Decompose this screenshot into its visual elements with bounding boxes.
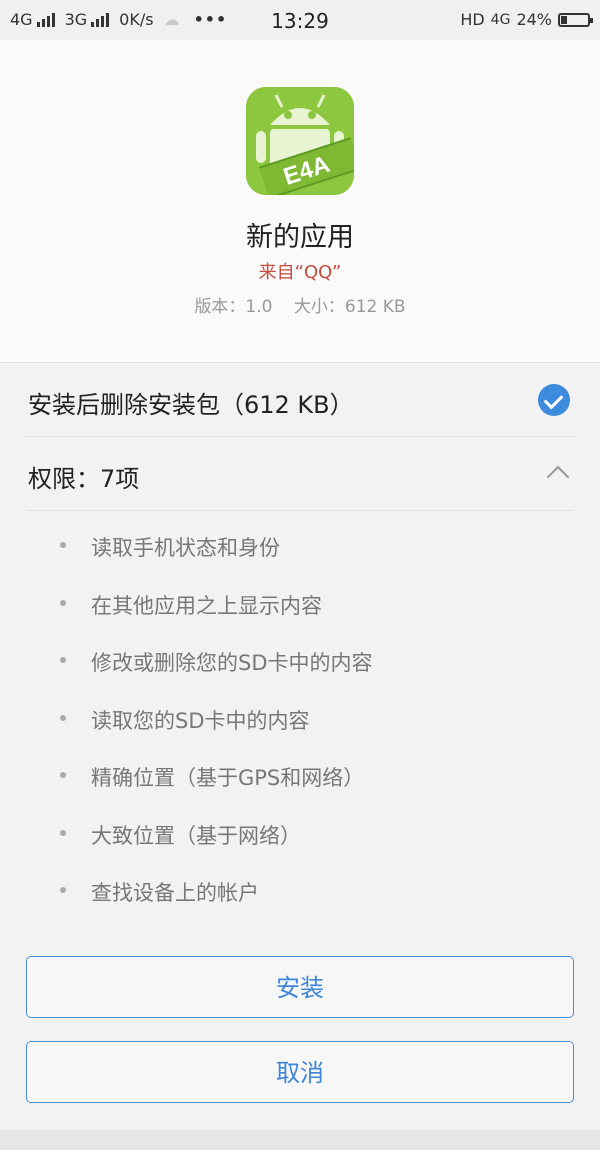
permission-item: 读取手机状态和身份 xyxy=(0,524,600,582)
permission-text: 大致位置（基于网络） xyxy=(91,823,301,848)
app-source: 来自“QQ” xyxy=(258,262,342,283)
app-icon: E4A xyxy=(246,87,354,195)
app-header: E4A 新的应用 来自“QQ” 版本：1.0 大小：612 KB xyxy=(0,40,600,362)
permission-item: 大致位置（基于网络） xyxy=(0,812,600,870)
permission-item: 修改或删除您的SD卡中的内容 xyxy=(0,639,600,697)
permission-item: 读取您的SD卡中的内容 xyxy=(0,697,600,755)
status-bar: 4G 3G 0K/s ☁ ••• 13:29 HD 4G 24% xyxy=(0,0,600,40)
battery-icon xyxy=(558,12,593,27)
cancel-button[interactable]: 取消 xyxy=(26,1041,574,1103)
delete-package-option[interactable]: 安装后删除安装包（612 KB） xyxy=(26,363,574,437)
divider xyxy=(26,510,574,511)
permission-text: 在其他应用之上显示内容 xyxy=(91,593,322,618)
bullet-icon xyxy=(60,887,66,893)
bullet-icon xyxy=(60,599,66,606)
permission-text: 精确位置（基于GPS和网络） xyxy=(91,766,365,790)
permission-text: 读取您的SD卡中的内容 xyxy=(91,708,310,733)
permission-text: 读取手机状态和身份 xyxy=(91,536,280,560)
status-right: HD 4G 24% xyxy=(460,10,593,29)
bullet-icon xyxy=(60,542,66,548)
chevron-up-icon[interactable] xyxy=(546,465,570,489)
checkbox-checked-icon[interactable] xyxy=(538,384,570,416)
bottom-bar xyxy=(0,1130,600,1150)
bullet-icon xyxy=(60,714,66,721)
bullet-icon xyxy=(60,657,66,663)
permission-item: 查找设备上的帐户 xyxy=(0,869,600,927)
app-size: 大小：612 KB xyxy=(293,297,406,317)
app-version: 版本：1.0 xyxy=(194,297,273,317)
permission-item: 在其他应用之上显示内容 xyxy=(0,582,600,640)
bullet-icon xyxy=(60,772,66,778)
permission-text: 修改或删除您的SD卡中的内容 xyxy=(91,651,373,675)
permissions-header[interactable]: 权限：7项 xyxy=(26,437,574,511)
permissions-label: 权限：7项 xyxy=(28,465,140,493)
battery-percent: 24% xyxy=(516,10,552,29)
permission-item: 精确位置（基于GPS和网络） xyxy=(0,754,600,812)
permission-text: 查找设备上的帐户 xyxy=(91,881,259,905)
app-name: 新的应用 xyxy=(246,222,354,253)
permissions-list: 读取手机状态和身份在其他应用之上显示内容修改或删除您的SD卡中的内容 读取您的SD… xyxy=(0,524,600,927)
lte-indicator: 4G xyxy=(490,11,511,28)
delete-package-label: 安装后删除安装包（612 KB） xyxy=(28,391,354,419)
bullet-icon xyxy=(60,829,66,836)
app-meta: 版本：1.0 大小：612 KB xyxy=(0,292,600,317)
install-button[interactable]: 安装 xyxy=(26,956,574,1018)
hd-indicator: HD xyxy=(460,10,485,29)
